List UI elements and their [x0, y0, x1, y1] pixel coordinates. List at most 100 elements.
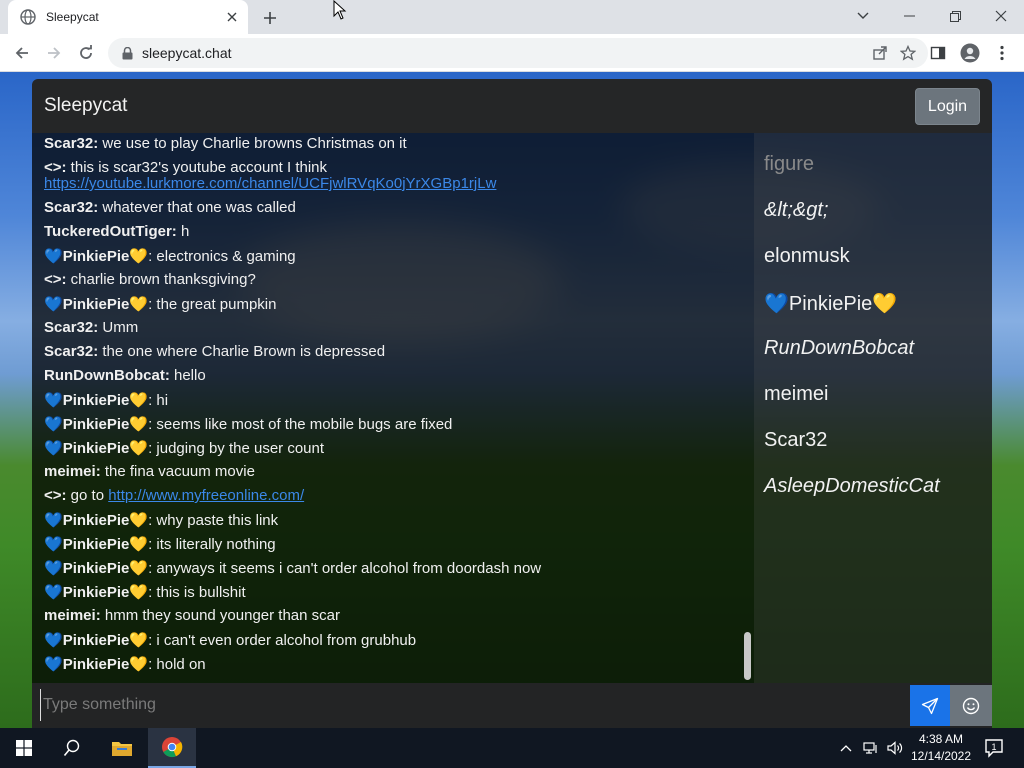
- message-text: : this is bullshit: [148, 584, 246, 601]
- message-author[interactable]: Scar32:: [44, 319, 98, 336]
- kebab-menu-icon[interactable]: [988, 39, 1016, 67]
- scrollbar-thumb[interactable]: [744, 632, 751, 680]
- message-text: : its literally nothing: [148, 536, 276, 553]
- bookmark-star-icon[interactable]: [894, 39, 922, 67]
- emoji-button[interactable]: [950, 685, 992, 726]
- close-tab-icon[interactable]: [222, 7, 242, 27]
- search-icon[interactable]: [48, 728, 96, 768]
- back-arrow-icon[interactable]: [8, 39, 36, 67]
- user-name: &lt;&gt;: [764, 199, 829, 221]
- restore-button[interactable]: [932, 0, 978, 32]
- message-author[interactable]: meimei:: [44, 463, 101, 480]
- message-text: charlie brown thanksgiving?: [66, 271, 256, 288]
- user-list-item[interactable]: 💙PinkiePie💛: [764, 291, 897, 316]
- message-author[interactable]: PinkiePie: [63, 248, 130, 265]
- message-author[interactable]: <>:: [44, 159, 67, 176]
- message-author[interactable]: Scar32:: [44, 135, 98, 152]
- minimize-button[interactable]: [886, 0, 932, 32]
- blue-heart-icon: 💙: [44, 440, 63, 457]
- chat-message: RunDownBobcat: hello: [44, 367, 206, 384]
- message-author[interactable]: PinkiePie: [63, 584, 130, 601]
- message-text: Umm: [98, 319, 139, 336]
- browser-toolbar: sleepycat.chat: [0, 34, 1024, 72]
- message-author[interactable]: PinkiePie: [63, 512, 130, 529]
- chevron-up-icon[interactable]: [836, 728, 856, 768]
- chat-message: Scar32: we use to play Charlie browns Ch…: [44, 135, 407, 152]
- close-window-button[interactable]: [978, 0, 1024, 32]
- message-author[interactable]: <>:: [44, 271, 67, 288]
- blue-heart-icon: 💙: [44, 512, 63, 529]
- blue-heart-icon: 💙: [44, 392, 63, 409]
- lock-icon[interactable]: [120, 46, 134, 60]
- message-author[interactable]: RunDownBobcat:: [44, 367, 170, 384]
- url-text[interactable]: sleepycat.chat: [142, 45, 866, 61]
- yellow-heart-icon: 💛: [129, 536, 149, 553]
- message-author[interactable]: PinkiePie: [63, 560, 130, 577]
- chat-message: 💙PinkiePie💛: its literally nothing: [44, 535, 276, 553]
- message-author[interactable]: <>:: [44, 487, 67, 504]
- message-author[interactable]: meimei:: [44, 607, 101, 624]
- new-tab-button[interactable]: [256, 6, 284, 30]
- login-button[interactable]: Login: [915, 88, 980, 125]
- message-author[interactable]: PinkiePie: [63, 392, 130, 409]
- yellow-heart-icon: 💛: [129, 632, 149, 649]
- chat-message: 💙PinkiePie💛: hi: [44, 391, 168, 409]
- yellow-heart-icon: 💛: [872, 293, 898, 315]
- message-author[interactable]: PinkiePie: [63, 296, 130, 313]
- chat-message: <>: go to http://www.myfreeonline.com/: [44, 487, 304, 504]
- user-list-item[interactable]: &lt;&gt;: [764, 199, 828, 222]
- message-link[interactable]: http://www.myfreeonline.com/: [108, 487, 304, 504]
- yellow-heart-icon: 💛: [129, 248, 149, 265]
- chat-message: meimei: hmm they sound younger than scar: [44, 607, 340, 624]
- system-clock[interactable]: 4:38 AM 12/14/2022: [908, 731, 974, 765]
- message-text: go to: [66, 487, 109, 504]
- windows-taskbar: 4:38 AM 12/14/2022 1: [0, 728, 1024, 768]
- windows-start-icon[interactable]: [0, 728, 48, 768]
- chat-message: 💙PinkiePie💛: anyways it seems i can't or…: [44, 559, 541, 577]
- message-author[interactable]: PinkiePie: [63, 416, 130, 433]
- message-list[interactable]: Scar32: we use to play Charlie browns Ch…: [32, 133, 754, 683]
- profile-avatar-icon[interactable]: [956, 39, 984, 67]
- notification-center-icon[interactable]: 1: [982, 736, 1006, 760]
- reload-icon[interactable]: [72, 39, 100, 67]
- network-icon[interactable]: [860, 728, 882, 768]
- send-button[interactable]: [910, 685, 950, 726]
- forward-arrow-icon[interactable]: [40, 39, 68, 67]
- user-name: figure: [764, 153, 815, 175]
- message-author[interactable]: PinkiePie: [63, 632, 130, 649]
- message-author[interactable]: Scar32:: [44, 343, 98, 360]
- side-panel-icon[interactable]: [924, 39, 952, 67]
- user-list-item[interactable]: Scar32: [764, 429, 827, 452]
- scrollbar-track[interactable]: [742, 133, 754, 683]
- message-link[interactable]: https://youtube.lurkmore.com/channel/UCF…: [44, 175, 496, 192]
- message-author[interactable]: Scar32:: [44, 199, 98, 216]
- file-explorer-icon[interactable]: [98, 728, 146, 768]
- chrome-taskbar-icon[interactable]: [148, 728, 196, 768]
- yellow-heart-icon: 💛: [129, 416, 149, 433]
- user-list-item[interactable]: RunDownBobcat: [764, 337, 914, 360]
- brand-title[interactable]: Sleepycat: [44, 95, 127, 117]
- user-list-item[interactable]: AsleepDomesticCat: [764, 475, 940, 498]
- message-input[interactable]: [40, 689, 900, 721]
- chat-message: 💙PinkiePie💛: hold on: [44, 655, 206, 673]
- user-list-item[interactable]: meimei: [764, 383, 828, 406]
- blue-heart-icon: 💙: [44, 248, 63, 265]
- message-author[interactable]: PinkiePie: [63, 440, 130, 457]
- volume-icon[interactable]: [884, 728, 906, 768]
- message-author[interactable]: TuckeredOutTiger:: [44, 223, 177, 240]
- address-bar[interactable]: sleepycat.chat: [108, 38, 928, 68]
- message-author[interactable]: PinkiePie: [63, 656, 130, 673]
- share-icon[interactable]: [866, 39, 894, 67]
- browser-tab[interactable]: Sleepycat: [8, 0, 248, 34]
- chat-message: <>: this is scar32's youtube account I t…: [44, 159, 327, 176]
- chat-message: TuckeredOutTiger: h: [44, 223, 189, 240]
- user-list-item[interactable]: figure: [764, 153, 814, 176]
- message-text: : i can't even order alcohol from grubhu…: [148, 632, 417, 649]
- user-name: meimei: [764, 383, 829, 405]
- tab-search-icon[interactable]: [840, 0, 886, 32]
- message-author[interactable]: PinkiePie: [63, 536, 130, 553]
- user-list-item[interactable]: elonmusk: [764, 245, 850, 268]
- chat-message: <>: charlie brown thanksgiving?: [44, 271, 256, 288]
- smiley-icon: [962, 697, 980, 714]
- blue-heart-icon: 💙: [44, 416, 63, 433]
